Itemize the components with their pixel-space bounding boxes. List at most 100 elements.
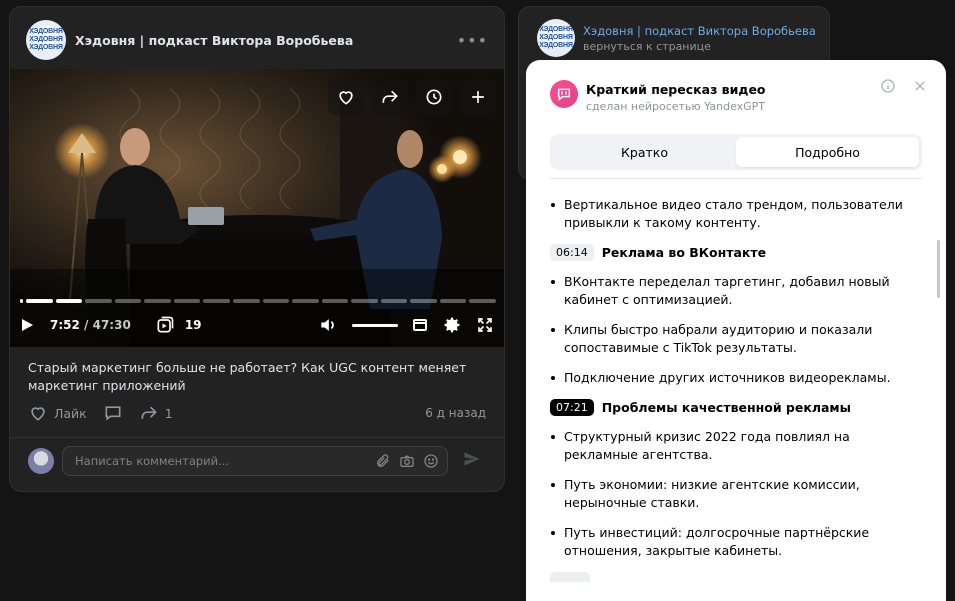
- summary-subtitle: сделан нейросетью YandexGPT: [586, 100, 766, 113]
- progress-segment[interactable]: [173, 299, 201, 303]
- section-header: 07:21 Проблемы качественной рекламы: [550, 399, 916, 416]
- post-date[interactable]: 6 д назад: [425, 406, 486, 420]
- mini-title[interactable]: Хэдовня | подкаст Виктора Воробьева: [583, 24, 816, 38]
- progress-segment[interactable]: [321, 299, 349, 303]
- list-item: Путь инвестиций: долгосрочные партнёрски…: [550, 524, 916, 560]
- like-button[interactable]: Лайк: [28, 403, 87, 423]
- close-icon[interactable]: [912, 78, 928, 94]
- plus-icon: [472, 91, 484, 103]
- watch-later-button[interactable]: [416, 79, 452, 115]
- play-icon: [22, 319, 33, 331]
- heart-icon: [339, 91, 353, 105]
- gear-icon: [444, 317, 460, 333]
- progress-start-marker: [20, 299, 23, 303]
- right-controls: [318, 315, 494, 335]
- section-points: Структурный кризис 2022 года повлиял на …: [550, 428, 916, 560]
- progress-segment[interactable]: [203, 299, 230, 303]
- yandexgpt-icon: [550, 80, 578, 108]
- tab-detailed[interactable]: Подробно: [736, 137, 919, 167]
- progress-segment[interactable]: [292, 299, 319, 303]
- clips-icon: [157, 316, 174, 333]
- share-count: 1: [164, 405, 173, 421]
- divider: [10, 437, 504, 438]
- share-arrow-icon: [141, 406, 157, 419]
- miniplayer-button[interactable]: [412, 317, 428, 333]
- comment-input[interactable]: [75, 454, 375, 468]
- list-item: Путь экономии: низкие агентские комиссии…: [550, 476, 916, 512]
- clips-count: 19: [184, 318, 202, 332]
- mini-text: Хэдовня | подкаст Виктора Воробьева верн…: [583, 24, 816, 53]
- progress-segment[interactable]: [85, 299, 112, 303]
- user-avatar[interactable]: [28, 448, 54, 474]
- share-video-button[interactable]: [372, 79, 408, 115]
- send-icon: [464, 452, 480, 466]
- back-to-page-link[interactable]: вернуться к странице: [583, 40, 816, 53]
- progress-segment[interactable]: [55, 299, 83, 303]
- current-time: 7:52: [50, 318, 80, 332]
- add-video-button[interactable]: [460, 79, 496, 115]
- summary-header: Краткий пересказ видео сделан нейросетью…: [550, 80, 766, 113]
- progress-segment[interactable]: [232, 299, 260, 303]
- community-avatar[interactable]: ХЭДОВНЯ ХЭДОВНЯ ХЭДОВНЯ: [26, 20, 66, 60]
- progress-segment[interactable]: [469, 299, 496, 303]
- timestamp-button[interactable]: 07:21: [550, 399, 594, 416]
- mini-header: ХЭДОВНЯ ХЭДОВНЯ ХЭДОВНЯ Хэдовня | подкас…: [537, 19, 816, 57]
- list-item: Клипы быстро набрали аудиторию и показал…: [550, 321, 916, 357]
- divider: [550, 178, 922, 179]
- post-author[interactable]: Хэдовня | подкаст Виктора Воробьева: [75, 33, 353, 48]
- emoji-icon[interactable]: [423, 453, 439, 469]
- like-video-button[interactable]: [328, 79, 364, 115]
- comment-row: [28, 446, 486, 476]
- volume-button[interactable]: [318, 315, 338, 335]
- more-options-icon[interactable]: •••: [457, 31, 488, 50]
- timestamp-button[interactable]: [550, 572, 590, 582]
- progress-segment[interactable]: [351, 299, 378, 303]
- volume-slider[interactable]: [352, 323, 398, 327]
- section-title: Проблемы качественной рекламы: [601, 400, 851, 415]
- share-arrow-icon: [382, 90, 398, 103]
- video-player[interactable]: 7:52 / 47:30 19: [10, 69, 504, 347]
- camera-icon[interactable]: [399, 453, 415, 469]
- progress-segment[interactable]: [262, 299, 290, 303]
- list-item: Вертикальное видео стало трендом, пользо…: [550, 196, 916, 232]
- comment-icon: [105, 406, 121, 421]
- community-logo: ХЭДОВНЯ ХЭДОВНЯ ХЭДОВНЯ: [539, 26, 573, 49]
- progress-segment[interactable]: [439, 299, 467, 303]
- list-item: ВКонтакте переделал таргетинг, добавил н…: [550, 273, 916, 309]
- paperclip-icon[interactable]: [375, 453, 391, 469]
- settings-button[interactable]: [442, 315, 462, 335]
- share-button[interactable]: 1: [139, 403, 173, 423]
- progress-segment[interactable]: [114, 299, 142, 303]
- scrollbar[interactable]: [937, 240, 940, 298]
- summary-title: Краткий пересказ видео: [586, 82, 766, 97]
- progress-segment[interactable]: [410, 299, 437, 303]
- heart-icon: [31, 407, 45, 421]
- progress-segment[interactable]: [380, 299, 408, 303]
- community-avatar[interactable]: ХЭДОВНЯ ХЭДОВНЯ ХЭДОВНЯ: [537, 19, 575, 57]
- clips-button[interactable]: [155, 315, 175, 335]
- section-points: ВКонтакте переделал таргетинг, добавил н…: [550, 273, 916, 387]
- video-time: 7:52 / 47:30: [50, 318, 131, 332]
- fullscreen-button[interactable]: [476, 316, 494, 334]
- video-progress-bar[interactable]: [20, 299, 496, 303]
- progress-segment[interactable]: [144, 299, 171, 303]
- miniplayer-icon: [413, 319, 427, 331]
- comment-box: [62, 446, 448, 476]
- list-item: Подключение других источников видеорекла…: [550, 369, 916, 387]
- comment-button[interactable]: [103, 403, 123, 423]
- intro-points: Вертикальное видео стало трендом, пользо…: [550, 196, 916, 232]
- post-caption: Старый маркетинг больше не работает? Как…: [28, 360, 467, 393]
- summary-content[interactable]: Вертикальное видео стало трендом, пользо…: [550, 196, 916, 601]
- post-card: ХЭДОВНЯ ХЭДОВНЯ ХЭДОВНЯ Хэдовня | подкас…: [9, 6, 505, 492]
- timestamp-button[interactable]: 06:14: [550, 244, 594, 261]
- like-label: Лайк: [54, 405, 87, 421]
- duration: / 47:30: [84, 318, 131, 332]
- play-button[interactable]: [20, 318, 34, 332]
- tab-short[interactable]: Кратко: [553, 137, 736, 167]
- fullscreen-icon: [478, 318, 492, 332]
- progress-segment[interactable]: [26, 299, 53, 303]
- list-item: Структурный кризис 2022 года повлиял на …: [550, 428, 916, 464]
- video-actions: [328, 79, 496, 115]
- send-button[interactable]: [462, 449, 482, 473]
- info-icon[interactable]: [880, 78, 896, 94]
